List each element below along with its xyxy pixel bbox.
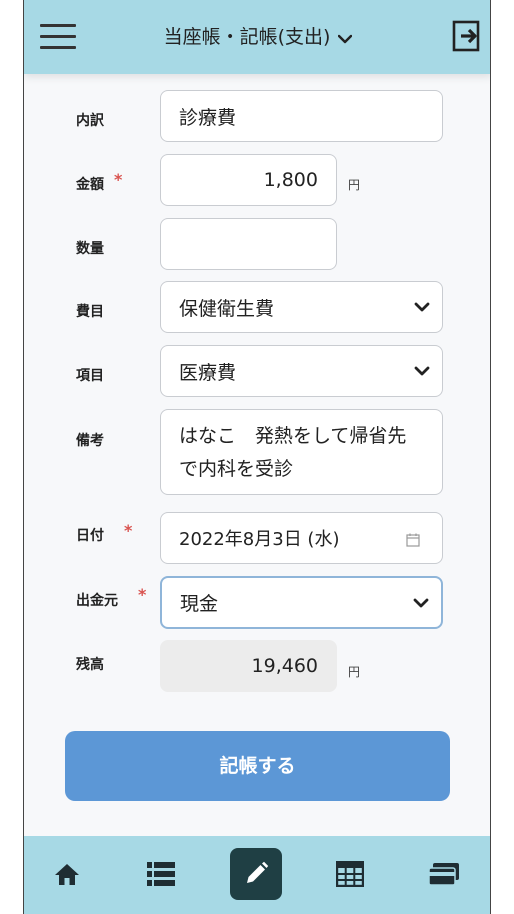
sub-item-value: 医療費 [179, 361, 237, 384]
source-required-mark: * [138, 585, 147, 604]
chevron-down-icon [338, 23, 353, 53]
sub-item-select[interactable]: 医療費 [160, 345, 443, 397]
app-header: 当座帳・記帳(支出) [24, 0, 490, 74]
calendar-icon[interactable] [406, 531, 420, 552]
date-label: 日付 [76, 528, 104, 544]
quantity-input[interactable] [160, 218, 337, 270]
breakdown-value: 診療費 [179, 106, 237, 129]
amount-required-mark: * [114, 170, 123, 189]
hamburger-menu-icon[interactable] [40, 24, 76, 50]
amount-unit: 円 [348, 178, 361, 192]
logout-icon[interactable] [452, 20, 482, 52]
page-title-dropdown[interactable]: 当座帳・記帳(支出) [124, 22, 392, 52]
expense-item-label: 費目 [76, 304, 104, 320]
breakdown-input[interactable]: 診療費 [160, 90, 443, 142]
page-title: 当座帳・記帳(支出) [163, 26, 331, 48]
amount-label: 金額 [76, 177, 104, 193]
calendar-grid-icon[interactable] [324, 848, 376, 900]
date-required-mark: * [124, 521, 133, 540]
wallet-icon[interactable] [418, 848, 470, 900]
balance-value: 19,460 [251, 655, 318, 677]
record-submit-button[interactable]: 記帳する [65, 731, 450, 801]
expense-item-select[interactable]: 保健衛生費 [160, 281, 443, 333]
chevron-down-icon [414, 360, 430, 382]
amount-value: 1,800 [263, 169, 318, 191]
memo-value: はなこ 発熱をして帰省先 で内科を受診 [179, 425, 407, 480]
home-icon[interactable] [41, 848, 93, 900]
amount-input[interactable]: 1,800 [160, 154, 337, 206]
date-input[interactable]: 2022年8月3日 (水) [160, 512, 443, 564]
chevron-down-icon [414, 296, 430, 318]
source-label: 出金元 [76, 593, 118, 609]
pencil-icon[interactable] [230, 848, 282, 900]
memo-textarea[interactable]: はなこ 発熱をして帰省先 で内科を受診 [160, 409, 443, 495]
breakdown-label: 内訳 [76, 113, 104, 129]
date-value: 2022年8月3日 (水) [179, 529, 340, 550]
chevron-down-icon [413, 592, 429, 614]
list-icon[interactable] [135, 848, 187, 900]
balance-display: 19,460 [160, 640, 337, 692]
memo-label: 備考 [76, 433, 104, 449]
app-frame: 当座帳・記帳(支出) 内訳 診療費 金額 * 1,800 円 数量 費目 保健衛… [23, 0, 491, 914]
source-value: 現金 [180, 593, 219, 615]
balance-label: 残高 [76, 657, 104, 673]
expense-item-value: 保健衛生費 [179, 297, 275, 320]
source-select[interactable]: 現金 [160, 576, 443, 629]
quantity-label: 数量 [76, 241, 104, 257]
balance-unit: 円 [348, 665, 361, 679]
sub-item-label: 項目 [76, 368, 104, 384]
bottom-nav [24, 836, 490, 914]
